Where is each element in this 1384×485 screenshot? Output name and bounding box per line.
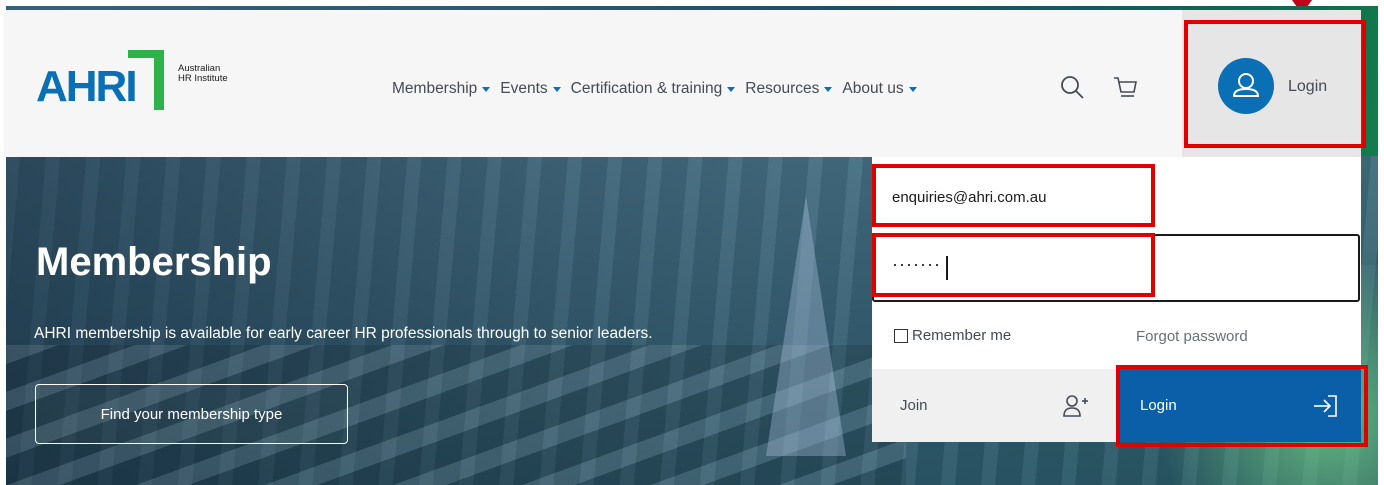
find-membership-button[interactable]: Find your membership type <box>35 384 348 444</box>
add-user-icon <box>1063 395 1088 417</box>
hero-description: AHRI membership is available for early c… <box>34 325 653 342</box>
join-button[interactable]: Join <box>872 369 1116 442</box>
nav-item-certification[interactable]: Certification & training <box>571 80 736 98</box>
nav-label: Certification & training <box>570 80 723 97</box>
logo-mark: AHRI <box>36 62 138 111</box>
logo-subtitle-line2: HR Institute <box>178 73 228 84</box>
hero-title: Membership <box>36 240 272 284</box>
forgot-password-link[interactable]: Forgot password <box>1136 328 1248 345</box>
nav-label: About us <box>842 80 904 97</box>
header-login-button[interactable]: Login <box>1182 10 1361 157</box>
caret-down-icon <box>727 86 736 92</box>
caret-down-icon <box>552 86 561 92</box>
logo-subtitle: Australian HR Institute <box>178 64 268 84</box>
checkbox-box[interactable] <box>894 328 908 343</box>
site-header: AHRI Australian HR Institute Membership … <box>4 10 1361 157</box>
cart-icon[interactable] <box>1112 74 1138 100</box>
header-login-label: Login <box>1288 78 1328 95</box>
logo-bracket <box>128 50 164 110</box>
remember-me-label: Remember me <box>912 327 1012 344</box>
search-icon[interactable] <box>1059 74 1085 100</box>
nav-label: Membership <box>392 80 478 97</box>
main-nav: Membership Events Certification & traini… <box>392 78 927 100</box>
login-arrow-icon <box>1314 395 1337 417</box>
text-cursor <box>946 256 948 280</box>
nav-item-membership[interactable]: Membership <box>392 80 491 98</box>
email-field[interactable]: enquiries@ahri.com.au <box>872 165 1361 231</box>
user-avatar <box>1218 58 1274 114</box>
remember-me-checkbox[interactable]: Remember me <box>894 327 1011 344</box>
join-label: Join <box>900 397 928 414</box>
user-icon <box>1232 73 1260 97</box>
password-value: ······· <box>892 254 941 274</box>
nav-label: Resources <box>745 80 820 97</box>
email-value: enquiries@ahri.com.au <box>892 189 1047 206</box>
ahri-logo[interactable]: AHRI Australian HR Institute <box>36 50 268 111</box>
nav-label: Events <box>500 80 548 97</box>
nav-item-events[interactable]: Events <box>500 80 561 98</box>
login-submit-button[interactable]: Login <box>1116 369 1361 442</box>
nav-item-about-us[interactable]: About us <box>842 80 917 98</box>
caret-down-icon <box>482 86 491 92</box>
caret-down-icon <box>908 86 917 92</box>
login-submit-label: Login <box>1140 397 1177 414</box>
hero-decor-wedge <box>766 196 846 456</box>
caret-down-icon <box>824 86 833 92</box>
find-membership-label: Find your membership type <box>100 405 283 423</box>
nav-item-resources[interactable]: Resources <box>745 80 833 98</box>
login-dropdown-panel: enquiries@ahri.com.au ······· Remember m… <box>872 157 1361 442</box>
password-field[interactable]: ······· <box>872 234 1360 302</box>
